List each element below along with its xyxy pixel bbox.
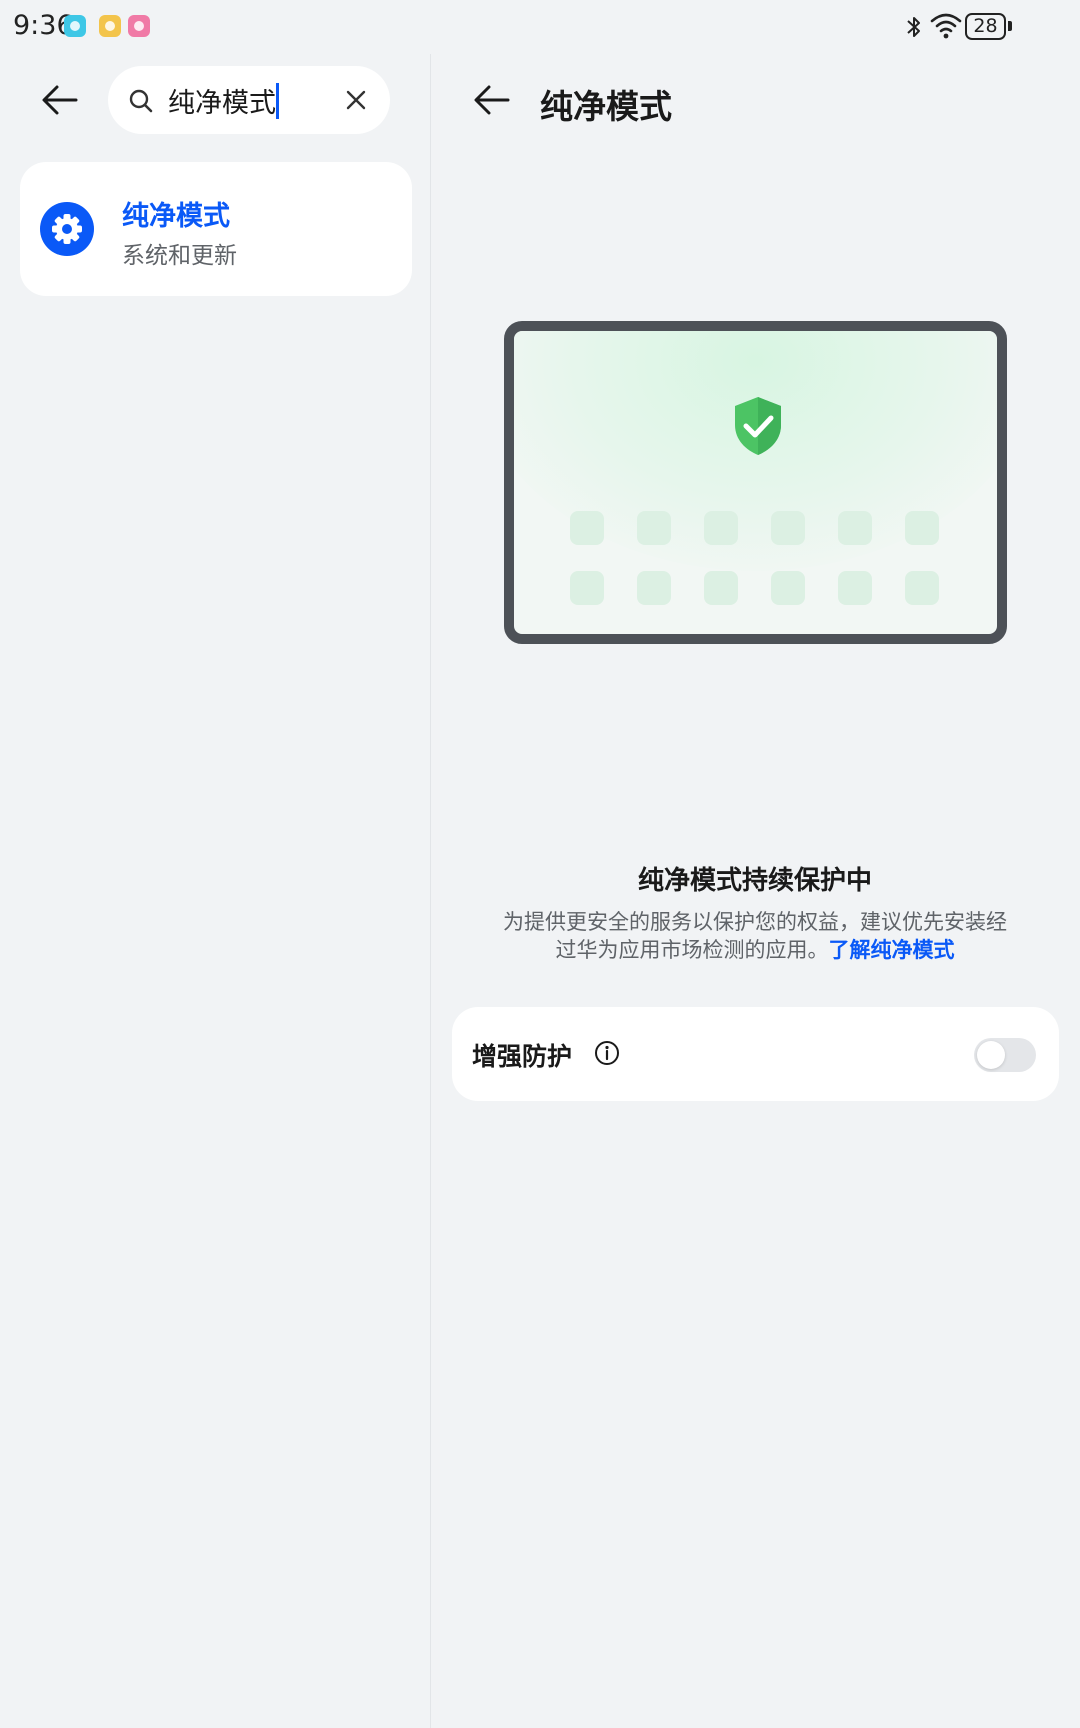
page-title: 纯净模式: [540, 87, 672, 126]
battery-level: 28: [965, 13, 1006, 40]
camera-notification-icon: [64, 15, 86, 37]
text-caret: [276, 83, 279, 119]
settings-screen: 9:36 28 纯净模式 纯净模式 系统和更新 纯净模式 纯净模式持续保护中 为…: [0, 0, 1080, 1728]
settings-gear-icon: [40, 202, 94, 256]
photo-notification-icon: [128, 15, 150, 37]
result-subtitle: 系统和更新: [122, 243, 237, 269]
description-line-1: 为提供更安全的服务以保护您的权益，建议优先安装经: [503, 910, 1007, 934]
wifi-icon: [930, 13, 962, 39]
app-tile: [771, 571, 805, 605]
search-box[interactable]: [108, 66, 390, 134]
protection-status-heading: 纯净模式持续保护中: [637, 866, 872, 896]
back-arrow-icon[interactable]: [40, 80, 80, 120]
status-bar: 9:36 28: [0, 0, 1080, 54]
app-tile: [570, 511, 604, 545]
tablet-shield-illustration: [504, 321, 1007, 644]
app-tile: [704, 511, 738, 545]
app-tile: [637, 511, 671, 545]
shield-check-icon: [735, 397, 781, 455]
app-tile: [905, 511, 939, 545]
protection-description: 为提供更安全的服务以保护您的权益，建议优先安装经 过华为应用市场检测的应用。了解…: [470, 908, 1040, 964]
close-icon[interactable]: [344, 88, 368, 112]
enhanced-protection-card: 增强防护: [452, 1007, 1059, 1101]
search-result-item[interactable]: 纯净模式 系统和更新: [20, 162, 412, 296]
learn-more-link[interactable]: 了解纯净模式: [829, 938, 955, 962]
app-tile: [905, 571, 939, 605]
tablet-frame: [504, 321, 1007, 644]
toggle-knob: [977, 1041, 1005, 1069]
result-title: 纯净模式: [122, 201, 230, 232]
gallery-notification-icon: [99, 15, 121, 37]
search-input[interactable]: [168, 78, 318, 122]
bluetooth-icon: [907, 17, 920, 37]
app-tile: [637, 571, 671, 605]
enhanced-protection-toggle[interactable]: [974, 1038, 1036, 1072]
description-line-2: 过华为应用市场检测的应用。: [555, 938, 829, 962]
app-tile: [771, 511, 805, 545]
app-tile: [838, 511, 872, 545]
app-tile: [838, 571, 872, 605]
app-tile: [704, 571, 738, 605]
info-icon[interactable]: [594, 1040, 620, 1066]
enhanced-protection-label: 增强防护: [472, 1042, 573, 1071]
app-tile: [570, 571, 604, 605]
battery-icon: 28: [965, 13, 1012, 40]
detail-back-arrow-icon[interactable]: [472, 80, 512, 120]
search-icon: [129, 89, 153, 113]
